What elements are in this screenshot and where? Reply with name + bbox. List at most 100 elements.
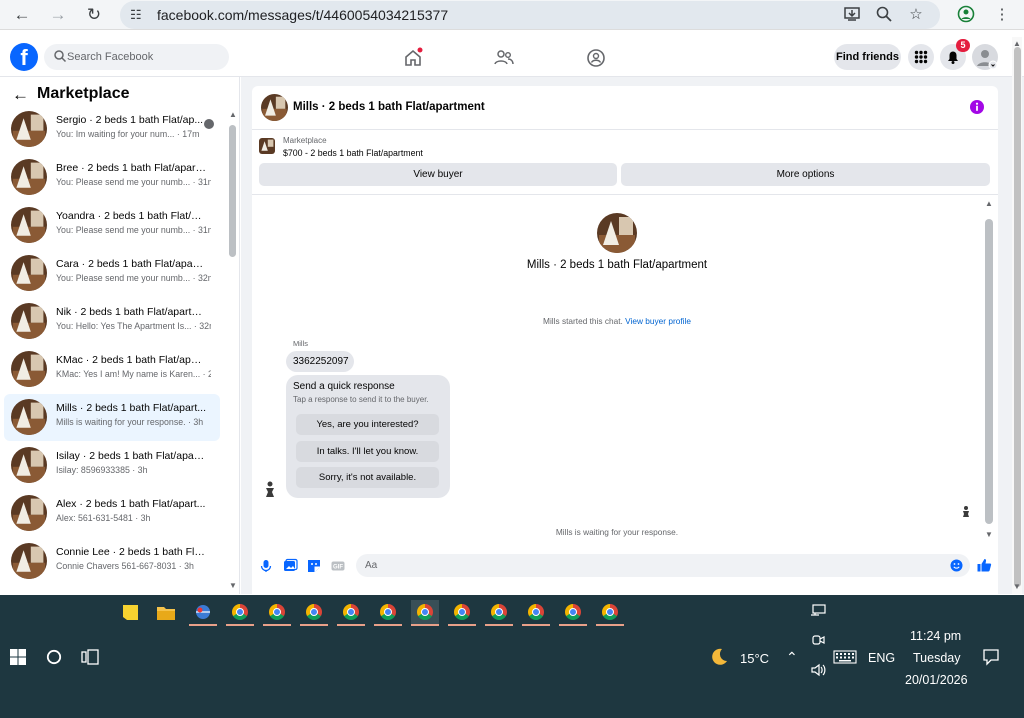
- search-input[interactable]: Search Facebook: [44, 44, 229, 70]
- page-scroll-up-icon[interactable]: ▲: [1012, 40, 1022, 48]
- bookmark-star-icon[interactable]: ☆: [906, 5, 926, 25]
- chrome-window-button[interactable]: [596, 600, 624, 626]
- quick-response-talks-button[interactable]: In talks. I'll let you know.: [296, 441, 439, 462]
- clock-day[interactable]: Tuesday: [913, 651, 960, 665]
- photo-icon[interactable]: [282, 558, 298, 574]
- conversation-name: Sergio · 2 beds 1 bath Flat/ap...: [56, 114, 204, 126]
- quick-response-unavailable-button[interactable]: Sorry, it's not available.: [296, 467, 439, 488]
- listing-thumbnail[interactable]: [259, 138, 275, 154]
- network-monitor-icon[interactable]: [809, 603, 827, 619]
- conversation-item[interactable]: Mills · 2 beds 1 bath Flat/apart... Mills…: [4, 394, 220, 441]
- keyboard-icon[interactable]: [833, 650, 857, 664]
- conversation-preview: KMac: Yes I am! My name is Karen... · 2h: [56, 369, 211, 379]
- chrome-icon: [232, 604, 248, 620]
- conversation-heading: Mills · 2 beds 1 bath Flat/apartment: [526, 259, 708, 271]
- notification-center-icon[interactable]: [982, 648, 1000, 666]
- conversation-item[interactable]: Yoandra · 2 beds 1 bath Flat/ap... You: P…: [4, 202, 220, 249]
- microphone-icon[interactable]: [258, 558, 274, 574]
- quick-response-interested-button[interactable]: Yes, are you interested?: [296, 414, 439, 435]
- task-view-icon[interactable]: [81, 648, 99, 666]
- chat-header-avatar[interactable]: [261, 94, 288, 121]
- chat-scroll-down-icon[interactable]: ▼: [984, 531, 994, 539]
- menu-dots-icon[interactable]: ⋮: [992, 5, 1012, 25]
- site-info-icon[interactable]: ☷: [130, 7, 146, 23]
- chat-scroll-up-icon[interactable]: ▲: [984, 200, 994, 208]
- facebook-logo[interactable]: f: [10, 43, 38, 71]
- chrome-window-button[interactable]: [337, 600, 365, 626]
- listing-title[interactable]: $700 - 2 beds 1 bath Flat/apartment: [283, 148, 423, 158]
- back-arrow-icon[interactable]: ←: [12, 85, 29, 105]
- forward-icon[interactable]: →: [47, 4, 69, 26]
- menu-grid-button[interactable]: [908, 44, 934, 70]
- weather-temperature[interactable]: 15°C: [740, 651, 769, 666]
- clock-date[interactable]: 20/01/2026: [905, 673, 968, 687]
- reload-icon[interactable]: ↻: [83, 4, 105, 26]
- clock-time[interactable]: 11:24 pm: [910, 629, 961, 643]
- language-indicator[interactable]: ENG: [868, 651, 895, 665]
- page-scroll-down-icon[interactable]: ▼: [1012, 583, 1022, 591]
- scroll-down-icon[interactable]: ▼: [228, 582, 238, 590]
- conversation-item[interactable]: KMac · 2 beds 1 bath Flat/apart... KMac: …: [4, 346, 220, 393]
- thumbs-up-icon[interactable]: [976, 557, 992, 573]
- chrome-window-button[interactable]: [559, 600, 587, 626]
- running-indicator: [300, 624, 328, 626]
- windows-start-icon[interactable]: [9, 648, 27, 666]
- chevron-up-icon[interactable]: ⌃: [786, 649, 798, 666]
- account-avatar[interactable]: [972, 44, 998, 70]
- sticky-notes-icon: [123, 605, 138, 620]
- gif-icon[interactable]: GIF: [330, 558, 346, 574]
- friends-icon[interactable]: [493, 47, 515, 69]
- view-buyer-profile-link[interactable]: View buyer profile: [625, 316, 691, 326]
- conversation-item[interactable]: Bree · 2 beds 1 bath Flat/apart... You: P…: [4, 154, 220, 201]
- file-explorer-app[interactable]: [152, 600, 180, 626]
- page-scrollbar[interactable]: [1014, 47, 1021, 587]
- conversation-item[interactable]: Isilay · 2 beds 1 bath Flat/apart... Isil…: [4, 442, 220, 489]
- chrome-window-button[interactable]: [263, 600, 291, 626]
- emoji-icon[interactable]: [950, 559, 963, 572]
- sticker-icon[interactable]: [306, 558, 322, 574]
- weather-moon-icon[interactable]: [708, 646, 730, 668]
- search-circle-icon[interactable]: [46, 649, 62, 665]
- chrome-window-button[interactable]: [448, 600, 476, 626]
- more-options-button[interactable]: More options: [621, 163, 990, 186]
- info-icon[interactable]: [969, 99, 985, 115]
- taskbar-app-network[interactable]: [189, 600, 217, 626]
- profile-icon[interactable]: [956, 5, 976, 25]
- sticky-notes-app[interactable]: [117, 600, 145, 626]
- buyer-avatar[interactable]: [597, 213, 637, 253]
- conversation-item[interactable]: Connie Lee · 2 beds 1 bath Flat/... Conni…: [4, 538, 220, 585]
- conversation-avatar: [11, 543, 47, 579]
- chat-title[interactable]: Mills · 2 beds 1 bath Flat/apartment: [293, 101, 485, 113]
- find-friends-button[interactable]: Find friends: [834, 44, 901, 70]
- chat-scrollbar[interactable]: [985, 219, 993, 524]
- message-input[interactable]: Aa: [356, 554, 970, 577]
- conversation-sidebar: ← Marketplace Sergio · 2 beds 1 bath Fla…: [0, 77, 240, 594]
- conversation-item[interactable]: Cara · 2 beds 1 bath Flat/apart... You: P…: [4, 250, 220, 297]
- conversation-avatar: [11, 495, 47, 531]
- chrome-window-button[interactable]: [226, 600, 254, 626]
- chrome-window-button[interactable]: [485, 600, 513, 626]
- speaker-icon[interactable]: [810, 662, 828, 678]
- chrome-window-button[interactable]: [522, 600, 550, 626]
- conversation-preview: Alex: 561-631-5481 · 3h: [56, 513, 151, 523]
- chrome-window-button[interactable]: [374, 600, 402, 626]
- zoom-icon[interactable]: [874, 5, 894, 25]
- sidebar-scrollbar[interactable]: [229, 125, 236, 257]
- view-buyer-button[interactable]: View buyer: [259, 163, 617, 186]
- chrome-icon: [528, 604, 544, 620]
- scroll-up-icon[interactable]: ▲: [228, 111, 238, 119]
- chrome-window-button[interactable]: [411, 600, 439, 626]
- conversation-avatar: [11, 447, 47, 483]
- conversation-item[interactable]: Nik · 2 beds 1 bath Flat/apartm... You: H…: [4, 298, 220, 345]
- back-icon[interactable]: ←: [11, 4, 33, 26]
- conversation-item[interactable]: Sergio · 2 beds 1 bath Flat/ap... You: Im…: [4, 106, 220, 153]
- home-icon[interactable]: [402, 47, 424, 69]
- install-app-icon[interactable]: [842, 5, 862, 25]
- conversation-item[interactable]: Alex · 2 beds 1 bath Flat/apart... Alex: …: [4, 490, 220, 537]
- message-bubble[interactable]: 3362252097: [286, 351, 354, 372]
- groups-icon[interactable]: [585, 47, 607, 69]
- meet-now-icon[interactable]: [810, 632, 826, 648]
- conversation-avatar: [11, 303, 47, 339]
- chrome-window-button[interactable]: [300, 600, 328, 626]
- address-bar[interactable]: ☷ facebook.com/messages/t/44600540342153…: [120, 1, 940, 29]
